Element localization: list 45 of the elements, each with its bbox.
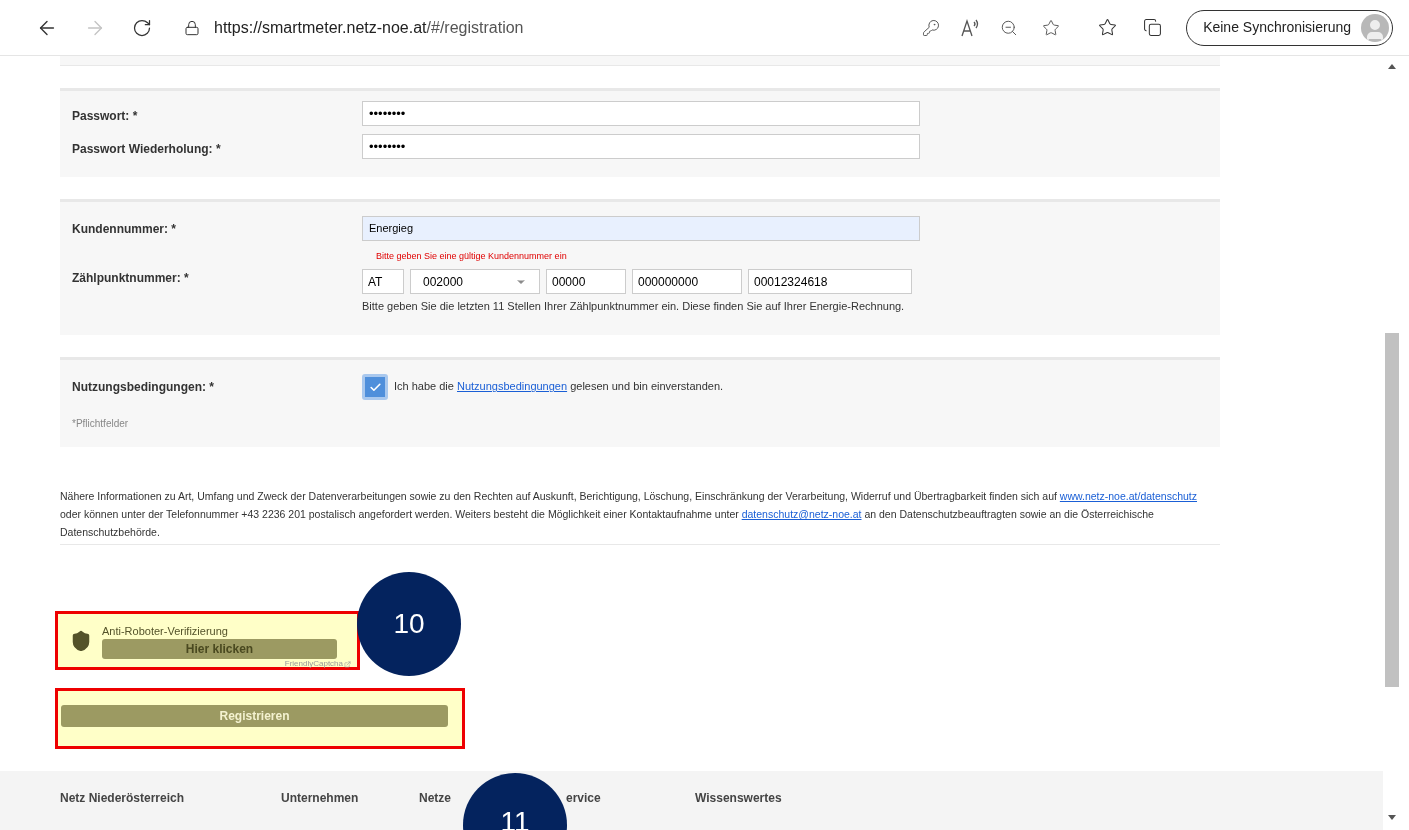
field-label: Kundennummer: * [72,220,177,238]
terms-checkbox[interactable] [362,374,388,401]
collections-icon[interactable] [1143,18,1163,37]
lock-icon[interactable] [184,19,200,36]
meter-number-field[interactable]: 000000000 [632,269,742,295]
shield-icon [70,629,92,652]
password-field[interactable]: •••••••• [362,100,920,126]
favorites-icon[interactable] [1098,18,1118,37]
field-label: Zählpunktnummer: * [72,270,190,288]
check-icon [368,380,382,394]
read-aloud-icon[interactable] [960,18,981,37]
privacy-text: Nähere Informationen zu Art, Umfang und Zweck der Datenverarbeitungen sowie zu den Rechten auf Auskunft, Berichtigung, Löschung, Einschränkung der Verarbeitung, Widerruf und Übertragbarkeit finden sich auf www.netz-noe.at/datenschutz oder können unter der Telefonnummer +43 2236 201 postalisch angefordert werden. Weiters besteht die Möglichkeit einer Kontaktaufnahme unter datenschutz@netz-noe.at an den Datenschutzbeauftragten sowie an die Österreichische Datenschutzbehörde. [60,489,1198,541]
field-label: Passwort Wiederholung: * [72,140,222,158]
scroll-up-icon[interactable] [1387,64,1396,69]
zoom-out-icon[interactable] [1000,18,1019,37]
captcha-title: Anti-Roboter-Verifizierung [102,623,229,639]
error-message: Bitte geben Sie eine gültige Kundennummer ein [376,249,568,263]
password-field[interactable]: •••••••• [362,133,920,159]
privacy-link[interactable]: www.netz-noe.at/datenschutz [1059,490,1197,503]
hint-text: Bitte geben Sie die letzten 11 Stellen Ihrer Zählpunktnummer ein. Diese finden Sie auf Ihrer Energie-Rechnung. [362,299,906,315]
footer-heading[interactable]: Wissenswertes [695,790,782,805]
terms-text: Ich habe die Nutzungsbedingungen gelesen und bin einverstanden. [394,379,724,395]
external-link-icon [344,660,351,668]
customer-number-field[interactable]: Energieg [362,215,920,241]
avatar-icon [1361,13,1389,42]
field-label: Passwort: * [72,107,139,125]
footer-heading[interactable]: Netze [419,790,451,805]
key-icon[interactable] [922,18,941,37]
required-note: *Pflichtfelder [72,417,130,432]
meter-number-field[interactable]: AT [362,269,404,295]
url-text[interactable]: https://smartmeter.netz-noe.at/#/registration [214,15,909,40]
footer-heading[interactable]: ervice [566,790,601,805]
field-label: Nutzungsbedingungen: * [72,379,215,397]
step-callout: 10 [357,572,461,676]
scroll-down-icon[interactable] [1387,815,1396,820]
meter-number-field[interactable]: 00012324618 [748,269,912,295]
add-favorite-icon[interactable] [1042,18,1061,37]
meter-prefix-select[interactable]: 002000 [410,269,540,295]
footer-heading[interactable]: Netz Niederösterreich [60,790,185,805]
terms-link[interactable]: Nutzungsbedingungen [457,380,568,393]
meter-number-field[interactable]: 00000 [546,269,626,295]
scrollbar-thumb[interactable] [1384,333,1399,687]
footer-heading[interactable]: Unternehmen [281,790,359,805]
refresh-icon[interactable] [132,17,152,38]
privacy-link[interactable]: datenschutz@netz-noe.at [741,508,862,521]
